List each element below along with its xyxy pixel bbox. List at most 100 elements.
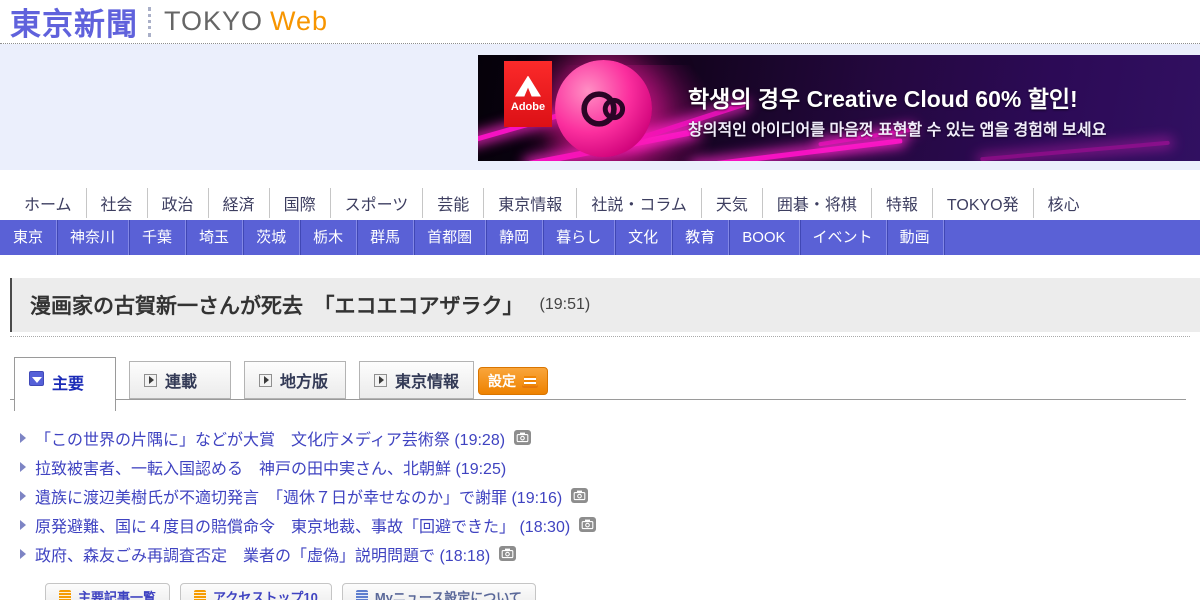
tab[interactable]: 東京情報	[359, 361, 474, 399]
news-time: (19:16)	[511, 490, 562, 507]
regional-nav-item[interactable]: 東京	[0, 220, 57, 255]
camera-icon	[579, 517, 596, 532]
news-link[interactable]: 原発避難、国に４度目の賠償命令 東京地裁、事故「回避できた」 (18:30)	[35, 513, 570, 537]
regional-nav-item[interactable]: 神奈川	[57, 220, 129, 255]
ad-subheadline: 창의적인 아이디어를 마음껏 표현할 수 있는 앱을 경험해 보세요	[688, 116, 1106, 140]
primary-nav-item[interactable]: 国際	[270, 188, 331, 218]
primary-nav-item[interactable]: 特報	[872, 188, 933, 218]
news-tab-bar: 主要 連載 地方版 東京情報 設定	[14, 357, 1200, 411]
news-time: (19:25)	[455, 461, 506, 478]
tab-arrow-icon	[144, 374, 157, 387]
settings-button[interactable]: 設定	[478, 367, 548, 395]
tab[interactable]: 地方版	[244, 361, 346, 399]
footer-button-label: Myニュース設定について	[375, 587, 522, 600]
primary-nav-item[interactable]: 核心	[1034, 188, 1094, 218]
tab[interactable]: 連載	[129, 361, 231, 399]
footer-button[interactable]: アクセストップ10	[180, 583, 332, 600]
regional-nav-item[interactable]: BOOK	[729, 220, 799, 255]
news-list-item: 政府、森友ごみ再調査否定 業者の「虚偽」説明問題で (18:18)	[20, 539, 1200, 568]
news-list-item: 拉致被害者、一転入国認める 神戸の田中実さん、北朝鮮 (19:25)	[20, 452, 1200, 481]
footer-button-icon	[356, 590, 368, 600]
footer-button[interactable]: 主要記事一覧	[45, 583, 170, 600]
camera-icon	[571, 488, 588, 503]
settings-button-label: 設定	[488, 371, 516, 391]
regional-nav-item[interactable]: 動画	[887, 220, 944, 255]
tab-label: 東京情報	[395, 368, 459, 392]
news-time: (18:30)	[519, 519, 570, 536]
breaking-news-bar[interactable]: 漫画家の古賀新一さんが死去 「エコエコアザラク」 (19:51)	[10, 278, 1200, 332]
camera-icon	[499, 546, 516, 561]
bullet-triangle-icon	[20, 433, 26, 443]
primary-nav-item[interactable]: 天気	[702, 188, 763, 218]
footer-button-icon	[194, 590, 206, 600]
primary-nav-item[interactable]: スポーツ	[331, 188, 424, 218]
primary-nav-item[interactable]: 芸能	[423, 188, 484, 218]
regional-nav: 東京神奈川千葉埼玉茨城栃木群馬首都圏静岡暮らし文化教育BOOKイベント動画	[0, 220, 1200, 255]
regional-nav-item[interactable]: 群馬	[357, 220, 414, 255]
site-title-web: Web	[270, 6, 328, 36]
regional-nav-item[interactable]: 千葉	[129, 220, 186, 255]
adobe-ad-banner[interactable]: Adobe 학생의 경우 Creative Cloud 60% 할인! 창의적인…	[478, 55, 1200, 161]
regional-nav-item[interactable]: 埼玉	[186, 220, 243, 255]
regional-nav-item[interactable]: イベント	[800, 220, 887, 255]
news-list-item: 遺族に渡辺美樹氏が不適切発言 「週休７日が幸せなのか」で謝罪 (19:16)	[20, 481, 1200, 510]
footer-button-label: 主要記事一覧	[78, 587, 156, 600]
news-link[interactable]: 遺族に渡辺美樹氏が不適切発言 「週休７日が幸せなのか」で謝罪 (19:16)	[35, 484, 562, 508]
footer-button[interactable]: Myニュース設定について	[342, 583, 536, 600]
news-time: (19:28)	[454, 432, 505, 449]
site-logo[interactable]: 東京新聞	[10, 0, 138, 44]
primary-nav-item[interactable]: 経済	[209, 188, 270, 218]
news-list-item: 「この世界の片隅に」などが大賞 文化庁メディア芸術祭 (19:28)	[20, 423, 1200, 452]
primary-nav-item[interactable]: ホーム	[10, 188, 87, 218]
news-link[interactable]: 「この世界の片隅に」などが大賞 文化庁メディア芸術祭 (19:28)	[35, 426, 505, 450]
tabs: 主要 連載 地方版 東京情報	[14, 357, 1200, 411]
ad-banner-zone: Adobe 학생의 경우 Creative Cloud 60% 할인! 창의적인…	[0, 44, 1200, 170]
tab-label: 連載	[165, 368, 197, 392]
news-link[interactable]: 拉致被害者、一転入国認める 神戸の田中実さん、北朝鮮 (19:25)	[35, 455, 506, 479]
ad-headline: 학생의 경우 Creative Cloud 60% 할인!	[688, 80, 1078, 114]
regional-nav-item[interactable]: 教育	[672, 220, 729, 255]
breaking-headline: 漫画家の古賀新一さんが死去 「エコエコアザラク」	[30, 290, 524, 320]
settings-list-icon	[522, 374, 538, 388]
site-header: 東京新聞 TOKYOWeb	[0, 0, 1200, 44]
regional-nav-item[interactable]: 茨城	[243, 220, 300, 255]
primary-nav-item[interactable]: 東京情報	[484, 188, 577, 218]
camera-icon	[514, 430, 531, 445]
regional-nav-item[interactable]: 静岡	[486, 220, 543, 255]
bullet-triangle-icon	[20, 491, 26, 501]
neon-bar	[980, 141, 1170, 161]
adobe-a-icon	[515, 76, 541, 97]
logo-separator	[148, 7, 151, 37]
tab-label: 地方版	[280, 368, 328, 392]
primary-nav-item[interactable]: 社説・コラム	[577, 188, 702, 218]
news-link-text: 遺族に渡辺美樹氏が不適切発言 「週休７日が幸せなのか」で謝罪	[35, 490, 507, 507]
footer-button-row: 主要記事一覧 アクセストップ10 Myニュース設定について	[45, 583, 1200, 600]
tab[interactable]: 主要	[14, 357, 116, 411]
tab-arrow-icon	[259, 374, 272, 387]
news-link[interactable]: 政府、森友ごみ再調査否定 業者の「虚偽」説明問題で (18:18)	[35, 542, 490, 566]
primary-nav-item[interactable]: 囲碁・将棋	[763, 188, 872, 218]
news-list: 「この世界の片隅に」などが大賞 文化庁メディア芸術祭 (19:28) 拉致被害者…	[20, 423, 1200, 568]
footer-button-label: アクセストップ10	[213, 587, 318, 600]
news-link-text: 「この世界の片隅に」などが大賞 文化庁メディア芸術祭	[35, 432, 450, 449]
news-link-text: 原発避難、国に４度目の賠償命令 東京地裁、事故「回避できた」	[35, 519, 515, 536]
regional-nav-item[interactable]: 首都圏	[414, 220, 486, 255]
breaking-time: (19:51)	[540, 296, 591, 314]
regional-nav-item[interactable]: 栃木	[300, 220, 357, 255]
site-title: TOKYOWeb	[164, 6, 328, 37]
bullet-triangle-icon	[20, 549, 26, 559]
tab-label: 主要	[52, 370, 84, 394]
news-link-text: 政府、森友ごみ再調査否定 業者の「虚偽」説明問題で	[35, 548, 435, 565]
bullet-triangle-icon	[20, 520, 26, 530]
tab-arrow-icon	[29, 371, 44, 386]
footer-button-icon	[59, 590, 71, 600]
news-list-item: 原発避難、国に４度目の賠償命令 東京地裁、事故「回避できた」 (18:30)	[20, 510, 1200, 539]
news-link-text: 拉致被害者、一転入国認める 神戸の田中実さん、北朝鮮	[35, 461, 451, 478]
primary-nav-item[interactable]: 政治	[148, 188, 209, 218]
primary-nav-item[interactable]: 社会	[87, 188, 148, 218]
site-title-tokyo: TOKYO	[164, 6, 263, 36]
primary-nav-item[interactable]: TOKYO発	[933, 188, 1034, 218]
regional-nav-item[interactable]: 暮らし	[543, 220, 615, 255]
regional-nav-item[interactable]: 文化	[615, 220, 672, 255]
adobe-logo: Adobe	[504, 61, 552, 127]
